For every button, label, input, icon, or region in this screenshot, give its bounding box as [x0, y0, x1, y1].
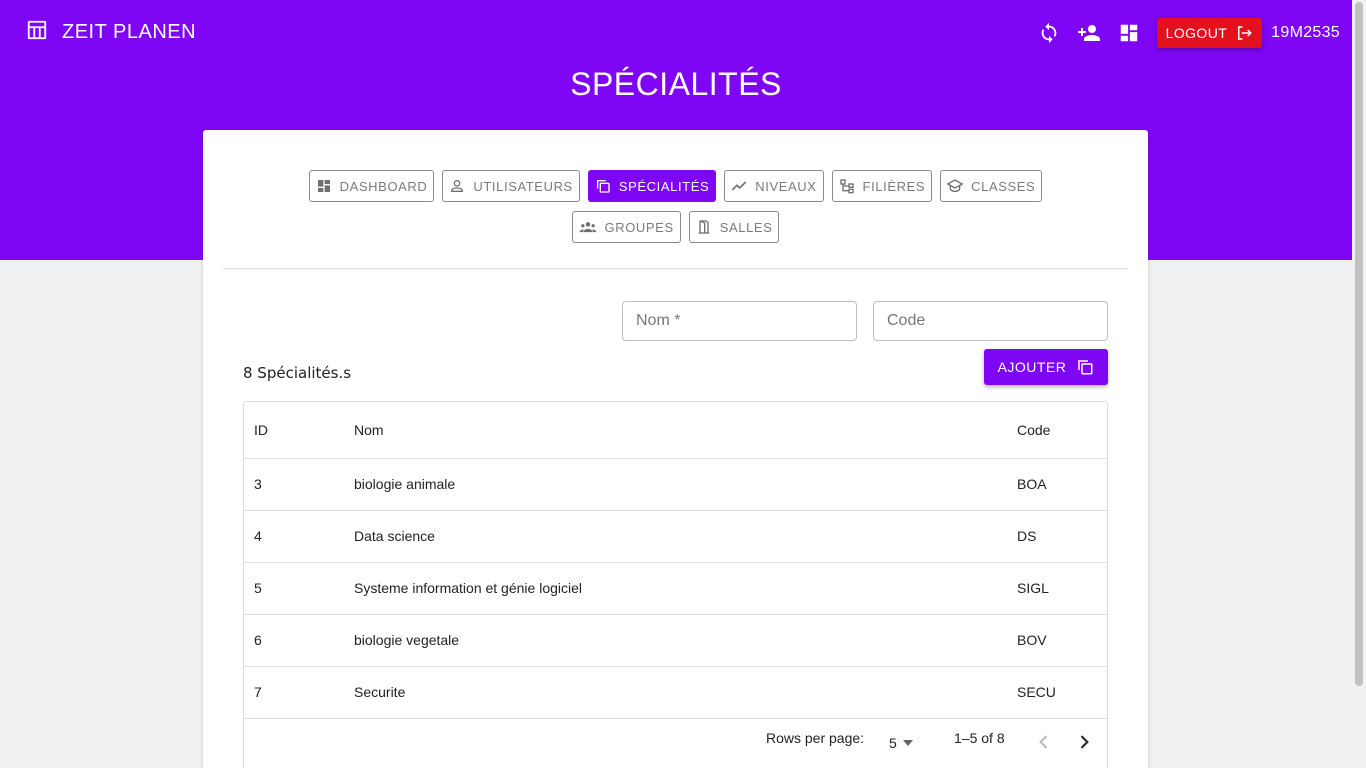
cell-nom: Securite — [344, 666, 1007, 719]
person-add-icon — [1077, 25, 1100, 41]
cell-nom: biologie vegetale — [344, 614, 1007, 667]
dashboard-button[interactable] — [1113, 17, 1145, 49]
user-code: 19M2535 — [1271, 24, 1340, 41]
brand[interactable]: ZEIT PLANEN — [26, 19, 196, 46]
cell-nom: Systeme information et génie logiciel — [344, 562, 1007, 615]
dashboard-icon — [317, 180, 330, 192]
scrollbar-thumb[interactable] — [1355, 2, 1363, 686]
rows-per-page-label: Rows per page: — [766, 730, 865, 746]
rows-per-page-value: 5 — [889, 735, 897, 751]
nav-label: NIVEAUX — [755, 178, 817, 194]
cell-id: 6 — [244, 614, 344, 667]
cell-code: DS — [1007, 510, 1107, 563]
specialites-table: ID Nom Code 3 biologie animale BOA 4 Dat… — [243, 401, 1108, 768]
nav-label: FILIÈRES — [862, 178, 926, 194]
dropdown-arrow-icon — [902, 740, 913, 746]
nom-input[interactable] — [622, 301, 857, 341]
top-actions: LOGOUT 19M2535 — [1025, 17, 1340, 49]
cell-id: 4 — [244, 510, 344, 563]
sync-icon — [1041, 22, 1056, 44]
logout-icon — [1238, 26, 1252, 40]
sync-button[interactable] — [1033, 17, 1065, 49]
person-icon — [451, 180, 464, 192]
nav-label: DASHBOARD — [339, 178, 428, 194]
add-label: AJOUTER — [997, 359, 1067, 375]
add-button[interactable]: AJOUTER — [984, 349, 1108, 385]
nav-niveaux-button[interactable]: NIVEAUX — [724, 170, 824, 202]
code-input[interactable] — [873, 301, 1108, 341]
nav-dashboard-button[interactable]: DASHBOARD — [308, 170, 435, 202]
cell-id: 3 — [244, 458, 344, 511]
content-card: DASHBOARD UTILISATEURS SPÉCIALITÉS NIVEA… — [203, 130, 1148, 768]
nav-specialites-button[interactable]: SPÉCIALITÉS — [587, 170, 717, 202]
page-scrollbar[interactable] — [1352, 0, 1366, 768]
nav-label: SALLES — [719, 219, 773, 235]
pagination: Rows per page: 5 1–5 of 8 — [244, 718, 1107, 768]
cell-nom: Data science — [344, 510, 1007, 563]
logout-label: LOGOUT — [1165, 25, 1228, 41]
dashboard-icon — [1120, 24, 1137, 42]
cell-id: 7 — [244, 666, 344, 719]
nav-salles-button[interactable]: SALLES — [688, 211, 780, 243]
table-row[interactable]: 5 Systeme information et génie logiciel … — [244, 562, 1107, 615]
header-code[interactable]: Code — [1007, 402, 1107, 459]
table-row[interactable]: 6 biologie vegetale BOV — [244, 614, 1107, 667]
nav-label: GROUPES — [604, 219, 674, 235]
page-range: 1–5 of 8 — [954, 730, 1005, 746]
rows-per-page-select[interactable]: 5 — [889, 735, 913, 751]
trend-icon — [731, 181, 747, 191]
logout-button[interactable]: LOGOUT — [1156, 18, 1263, 48]
nav-utilisateurs-button[interactable]: UTILISATEURS — [442, 170, 580, 202]
nav-label: CLASSES — [971, 178, 1036, 194]
item-count: 8 Spécialités.s — [243, 364, 352, 382]
cell-code: BOA — [1007, 458, 1107, 511]
copy-icon — [1078, 360, 1093, 375]
table-row[interactable]: 3 biologie animale BOA — [244, 458, 1107, 511]
cell-id: 5 — [244, 562, 344, 615]
divider — [223, 268, 1128, 269]
nav-label: SPÉCIALITÉS — [618, 178, 710, 194]
table-row[interactable]: 4 Data science DS — [244, 510, 1107, 563]
cell-code: BOV — [1007, 614, 1107, 667]
nav-groupes-button[interactable]: GROUPES — [571, 211, 681, 243]
cell-code: SIGL — [1007, 562, 1107, 615]
page-title: SPÉCIALITÉS — [570, 66, 782, 102]
next-page-icon[interactable] — [1074, 732, 1094, 752]
header-id[interactable]: ID — [244, 402, 344, 459]
table-icon — [26, 19, 48, 46]
copy-icon — [596, 180, 610, 193]
school-icon — [947, 179, 964, 193]
table-row[interactable]: 7 Securite SECU — [244, 666, 1107, 719]
table-header-row: ID Nom Code — [244, 402, 1107, 459]
nav-label: UTILISATEURS — [473, 178, 573, 194]
cell-nom: biologie animale — [344, 458, 1007, 511]
add-user-button[interactable] — [1073, 17, 1105, 49]
previous-page-icon[interactable] — [1034, 732, 1054, 752]
section-nav: DASHBOARD UTILISATEURS SPÉCIALITÉS NIVEA… — [203, 170, 1148, 243]
cell-code: SECU — [1007, 666, 1107, 719]
groups-icon — [579, 222, 596, 233]
door-icon — [698, 220, 710, 234]
nav-classes-button[interactable]: CLASSES — [940, 170, 1043, 202]
brand-title: ZEIT PLANEN — [62, 20, 197, 43]
nav-filieres-button[interactable]: FILIÈRES — [831, 170, 933, 202]
tree-icon — [839, 179, 854, 194]
header-nom[interactable]: Nom — [344, 402, 1007, 459]
